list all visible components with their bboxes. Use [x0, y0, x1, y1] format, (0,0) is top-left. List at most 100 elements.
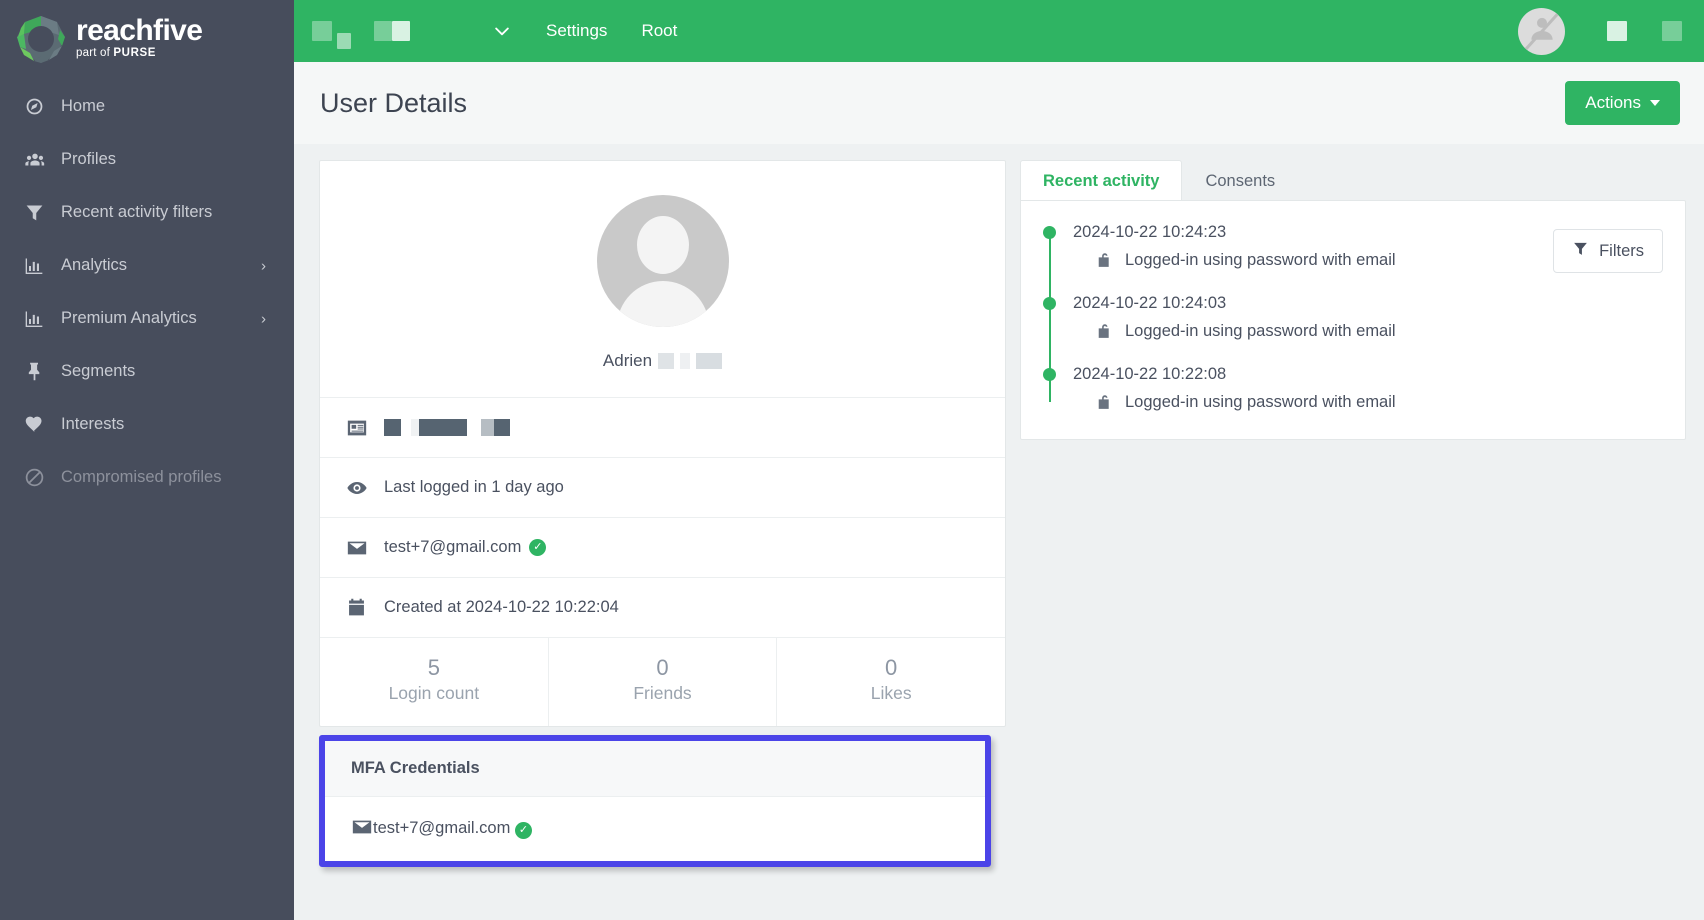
activity-timestamp: 2024-10-22 10:24:03: [1073, 294, 1227, 312]
brand-text: reachfive part of PURSE: [76, 13, 203, 64]
activity-description: Logged-in using password with email: [1125, 251, 1396, 269]
mfa-credential-value: test+7@gmail.com ✓: [373, 819, 532, 839]
stat-label: Likes: [870, 683, 912, 703]
activity-description-row: Logged-in using password with email: [1095, 393, 1663, 412]
redaction-block: [680, 353, 691, 369]
profile-identity-row: [320, 397, 1005, 457]
tab-recent-activity[interactable]: Recent activity: [1020, 160, 1183, 200]
email-text: test+7@gmail.com: [384, 538, 522, 556]
stat-label: Friends: [633, 683, 692, 703]
sidebar-item-label: Profiles: [61, 150, 117, 168]
activity-entry: 2024-10-22 10:22:08 Logged-in using pass…: [1043, 363, 1663, 412]
sidebar-item-compromised-profiles[interactable]: Compromised profiles: [0, 451, 294, 504]
sidebar-item-label: Premium Analytics: [61, 309, 197, 327]
sidebar-item-premium-analytics[interactable]: Premium Analytics ›: [0, 292, 294, 345]
activity-description-row: Logged-in using password with email: [1095, 322, 1663, 341]
topbar-link-root[interactable]: Root: [641, 21, 677, 41]
profile-stats: 5 Login count 0 Friends 0 Likes: [320, 637, 1005, 726]
sidebar-item-segments[interactable]: Segments: [0, 345, 294, 398]
sidebar-item-home[interactable]: Home: [0, 80, 294, 133]
redaction-block: [1662, 21, 1682, 41]
people-icon: [24, 149, 54, 171]
gauge-icon: [24, 96, 54, 117]
funnel-icon: [24, 202, 54, 223]
sidebar-item-label: Home: [61, 97, 106, 115]
unlock-icon: [1095, 251, 1114, 270]
topbar-link-settings[interactable]: Settings: [546, 21, 607, 41]
sidebar-item-analytics[interactable]: Analytics ›: [0, 239, 294, 292]
tab-consents[interactable]: Consents: [1182, 160, 1298, 200]
mfa-credential-row: test+7@gmail.com ✓: [325, 797, 985, 861]
sidebar-item-profiles[interactable]: Profiles: [0, 133, 294, 186]
sidebar-item-recent-activity-filters[interactable]: Recent activity filters: [0, 186, 294, 239]
actions-button-label: Actions: [1585, 93, 1641, 112]
mfa-credentials-highlight: MFA Credentials test+7@gmail.com ✓: [319, 735, 991, 867]
chevron-right-icon: ›: [261, 257, 266, 274]
unlock-icon: [1095, 393, 1114, 412]
activity-timestamp: 2024-10-22 10:22:08: [1073, 365, 1227, 383]
topbar-right: [1518, 0, 1682, 62]
timeline-dot-icon: [1043, 297, 1056, 310]
content-area: Adrien Last logged in 1 day ago test+7@g…: [294, 144, 1704, 920]
redacted-tenant-name: [312, 11, 442, 51]
avatar-body: [616, 281, 709, 327]
profile-email-value: test+7@gmail.com ✓: [384, 538, 547, 557]
brand-tagline-prefix: part of: [76, 46, 114, 59]
profile-last-login-row: Last logged in 1 day ago: [320, 457, 1005, 517]
brand-name: reachfive: [76, 13, 203, 47]
profile-email-row: test+7@gmail.com ✓: [320, 517, 1005, 577]
chevron-down-icon[interactable]: [492, 21, 512, 41]
activity-description: Logged-in using password with email: [1125, 393, 1396, 411]
heart-icon: [24, 414, 54, 435]
recent-activity-panel: Filters 2024-10-22 10:24:23 Logged-in us…: [1020, 200, 1686, 440]
redaction-gap: [467, 419, 481, 436]
calendar-icon: [346, 597, 372, 618]
sidebar-item-label: Interests: [61, 415, 125, 433]
reachfive-polygon-logo-icon: [14, 13, 68, 67]
profile-name: Adrien: [320, 351, 1005, 371]
sidebar-item-label: Analytics: [61, 256, 128, 274]
actions-button[interactable]: Actions: [1565, 81, 1680, 125]
stat-friends: 0 Friends: [549, 638, 778, 726]
redaction-block: [696, 353, 723, 369]
brand-tagline-brand: PURSE: [113, 46, 157, 59]
activity-timestamp: 2024-10-22 10:24:23: [1073, 223, 1227, 241]
mfa-email-text: test+7@gmail.com: [373, 819, 511, 837]
top-bar: Settings Root: [294, 0, 1704, 62]
app-root: reachfive part of PURSE Home Profiles Re…: [0, 0, 1704, 920]
redaction-block: [419, 419, 467, 436]
sidebar-item-label: Segments: [61, 362, 136, 380]
redaction-block: [374, 21, 392, 41]
page-header: User Details Actions: [294, 62, 1704, 144]
stat-label: Login count: [388, 683, 480, 703]
redaction-block: [1607, 21, 1627, 41]
stat-value: 5: [427, 655, 440, 680]
sidebar-item-label: Recent activity filters: [61, 203, 213, 221]
redaction-block: [392, 21, 410, 41]
redaction-block: [312, 21, 332, 41]
bar-chart-icon: [24, 256, 54, 276]
redaction-block: [658, 353, 675, 369]
activity-column: Recent activity Consents Filters 2024-10…: [1020, 160, 1686, 920]
mfa-credentials-title: MFA Credentials: [325, 741, 985, 797]
stat-value: 0: [885, 655, 898, 680]
page-title: User Details: [320, 87, 468, 118]
brand-tagline: part of PURSE: [76, 47, 202, 60]
brand-logo[interactable]: reachfive part of PURSE: [0, 0, 294, 66]
stat-likes: 0 Likes: [777, 638, 1005, 726]
envelope-icon: [346, 537, 372, 559]
profile-identity: Adrien: [320, 161, 1005, 397]
sidebar-item-interests[interactable]: Interests: [0, 398, 294, 451]
activity-timeline: 2024-10-22 10:24:23 Logged-in using pass…: [1043, 221, 1663, 412]
redaction-gap: [401, 419, 411, 436]
profile-created-row: Created at 2024-10-22 10:22:04: [320, 577, 1005, 637]
user-blocked-avatar-icon[interactable]: [1518, 7, 1565, 55]
stat-value: 0: [656, 655, 669, 680]
chevron-down-icon: [1650, 100, 1660, 106]
profile-first-name: Adrien: [602, 351, 653, 370]
activity-entry: 2024-10-22 10:24:03 Logged-in using pass…: [1043, 292, 1663, 341]
redaction-block: [411, 419, 419, 436]
activity-tabs: Recent activity Consents: [1020, 160, 1686, 200]
main-area: Settings Root User Details Actions Adrie…: [294, 0, 1704, 920]
chevron-right-icon: ›: [261, 310, 266, 327]
